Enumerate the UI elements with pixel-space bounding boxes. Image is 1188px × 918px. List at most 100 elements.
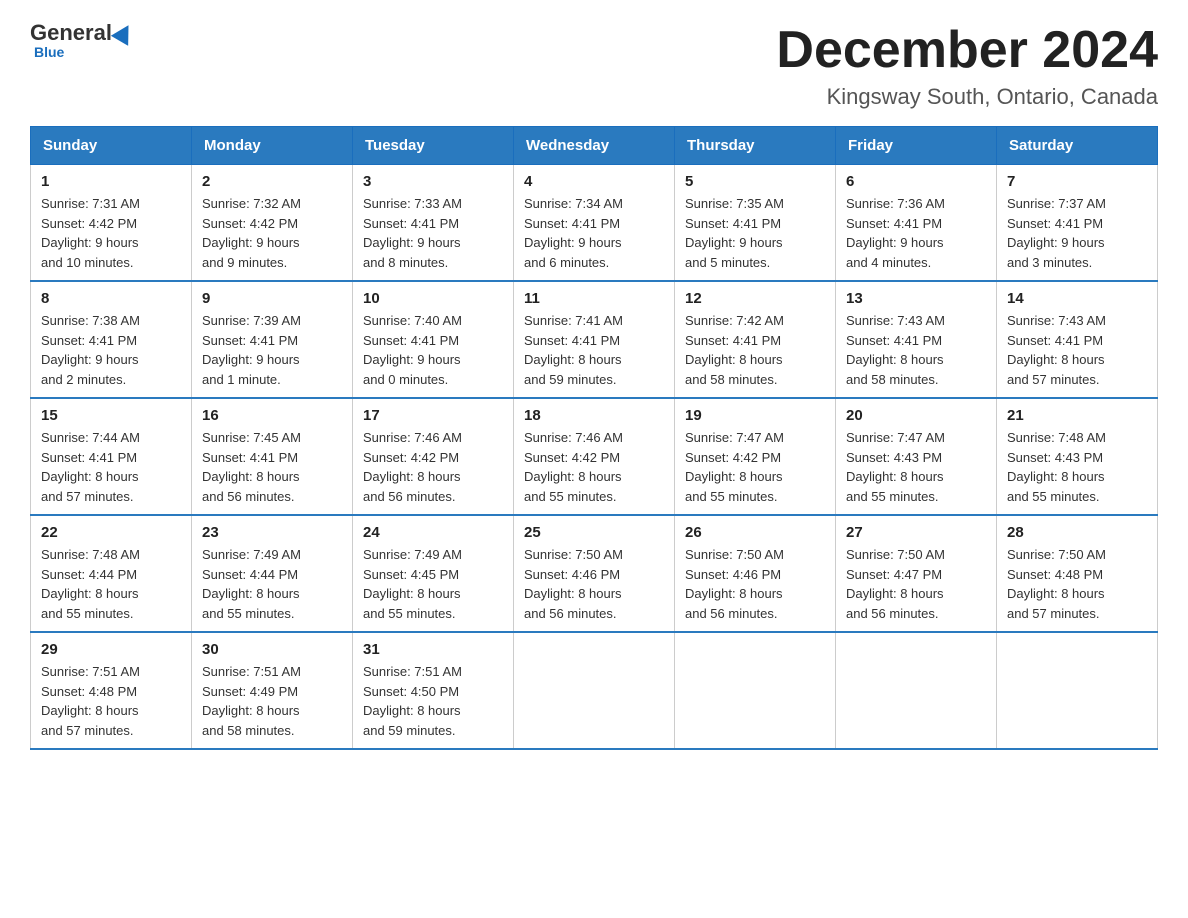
calendar-cell: 25Sunrise: 7:50 AMSunset: 4:46 PMDayligh… [514, 515, 675, 632]
day-number: 25 [524, 524, 664, 541]
calendar-week-row: 1 Sunrise: 7:31 AMSunset: 4:42 PMDaylight… [31, 165, 1158, 282]
day-number: 29 [41, 641, 181, 658]
calendar-week-row: 15Sunrise: 7:44 AMSunset: 4:41 PMDayligh… [31, 398, 1158, 515]
day-info: Sunrise: 7:43 AMSunset: 4:41 PMDaylight:… [1007, 311, 1147, 389]
day-info: Sunrise: 7:31 AMSunset: 4:42 PMDaylight:… [41, 194, 181, 272]
day-number: 22 [41, 524, 181, 541]
calendar-cell: 22 Sunrise: 7:48 AMSunset: 4:44 PMDayligh… [31, 515, 192, 632]
day-info: Sunrise: 7:46 AMSunset: 4:42 PMDaylight:… [524, 428, 664, 506]
day-info: Sunrise: 7:38 AMSunset: 4:41 PMDaylight:… [41, 311, 181, 389]
day-info: Sunrise: 7:51 AMSunset: 4:49 PMDaylight:… [202, 662, 342, 740]
calendar-cell: 9 Sunrise: 7:39 AMSunset: 4:41 PMDaylight… [192, 281, 353, 398]
day-number: 20 [846, 407, 986, 424]
calendar-cell: 11 Sunrise: 7:41 AMSunset: 4:41 PMDayligh… [514, 281, 675, 398]
weekday-header-friday: Friday [836, 127, 997, 165]
weekday-header-thursday: Thursday [675, 127, 836, 165]
day-info: Sunrise: 7:51 AMSunset: 4:50 PMDaylight:… [363, 662, 503, 740]
logo-blue: Blue [34, 44, 64, 60]
calendar-cell: 3 Sunrise: 7:33 AMSunset: 4:41 PMDaylight… [353, 165, 514, 282]
day-number: 1 [41, 173, 181, 190]
weekday-header-saturday: Saturday [997, 127, 1158, 165]
day-number: 9 [202, 290, 342, 307]
day-number: 23 [202, 524, 342, 541]
calendar-cell: 27 Sunrise: 7:50 AMSunset: 4:47 PMDayligh… [836, 515, 997, 632]
calendar-cell: 31 Sunrise: 7:51 AMSunset: 4:50 PMDayligh… [353, 632, 514, 749]
calendar-cell: 6 Sunrise: 7:36 AMSunset: 4:41 PMDaylight… [836, 165, 997, 282]
day-number: 12 [685, 290, 825, 307]
weekday-header-wednesday: Wednesday [514, 127, 675, 165]
day-info: Sunrise: 7:48 AMSunset: 4:43 PMDaylight:… [1007, 428, 1147, 506]
calendar-cell: 18 Sunrise: 7:46 AMSunset: 4:42 PMDayligh… [514, 398, 675, 515]
day-number: 7 [1007, 173, 1147, 190]
calendar-cell [997, 632, 1158, 749]
calendar-cell: 4 Sunrise: 7:34 AMSunset: 4:41 PMDaylight… [514, 165, 675, 282]
day-info: Sunrise: 7:41 AMSunset: 4:41 PMDaylight:… [524, 311, 664, 389]
day-info: Sunrise: 7:37 AMSunset: 4:41 PMDaylight:… [1007, 194, 1147, 272]
day-number: 16 [202, 407, 342, 424]
calendar-cell: 19 Sunrise: 7:47 AMSunset: 4:42 PMDayligh… [675, 398, 836, 515]
day-number: 5 [685, 173, 825, 190]
weekday-header-monday: Monday [192, 127, 353, 165]
day-number: 17 [363, 407, 503, 424]
day-info: Sunrise: 7:35 AMSunset: 4:41 PMDaylight:… [685, 194, 825, 272]
calendar-cell: 7 Sunrise: 7:37 AMSunset: 4:41 PMDaylight… [997, 165, 1158, 282]
day-number: 10 [363, 290, 503, 307]
day-info: Sunrise: 7:47 AMSunset: 4:42 PMDaylight:… [685, 428, 825, 506]
day-info: Sunrise: 7:42 AMSunset: 4:41 PMDaylight:… [685, 311, 825, 389]
calendar-cell [675, 632, 836, 749]
calendar-week-row: 8 Sunrise: 7:38 AMSunset: 4:41 PMDaylight… [31, 281, 1158, 398]
calendar-cell: 17 Sunrise: 7:46 AMSunset: 4:42 PMDayligh… [353, 398, 514, 515]
calendar-cell: 5 Sunrise: 7:35 AMSunset: 4:41 PMDaylight… [675, 165, 836, 282]
calendar-week-row: 22 Sunrise: 7:48 AMSunset: 4:44 PMDayligh… [31, 515, 1158, 632]
calendar-cell: 26 Sunrise: 7:50 AMSunset: 4:46 PMDayligh… [675, 515, 836, 632]
day-number: 21 [1007, 407, 1147, 424]
day-number: 14 [1007, 290, 1147, 307]
calendar-cell: 16 Sunrise: 7:45 AMSunset: 4:41 PMDayligh… [192, 398, 353, 515]
day-number: 27 [846, 524, 986, 541]
day-number: 8 [41, 290, 181, 307]
day-number: 28 [1007, 524, 1147, 541]
calendar-cell: 20 Sunrise: 7:47 AMSunset: 4:43 PMDayligh… [836, 398, 997, 515]
day-info: Sunrise: 7:39 AMSunset: 4:41 PMDaylight:… [202, 311, 342, 389]
calendar-cell: 30Sunrise: 7:51 AMSunset: 4:49 PMDayligh… [192, 632, 353, 749]
day-number: 11 [524, 290, 664, 307]
day-number: 24 [363, 524, 503, 541]
day-info: Sunrise: 7:51 AMSunset: 4:48 PMDaylight:… [41, 662, 181, 740]
day-info: Sunrise: 7:47 AMSunset: 4:43 PMDaylight:… [846, 428, 986, 506]
weekday-header-sunday: Sunday [31, 127, 192, 165]
day-info: Sunrise: 7:50 AMSunset: 4:46 PMDaylight:… [685, 545, 825, 623]
calendar-table: SundayMondayTuesdayWednesdayThursdayFrid… [30, 126, 1158, 750]
day-info: Sunrise: 7:36 AMSunset: 4:41 PMDaylight:… [846, 194, 986, 272]
day-number: 19 [685, 407, 825, 424]
day-info: Sunrise: 7:45 AMSunset: 4:41 PMDaylight:… [202, 428, 342, 506]
calendar-cell: 21 Sunrise: 7:48 AMSunset: 4:43 PMDayligh… [997, 398, 1158, 515]
calendar-cell: 23Sunrise: 7:49 AMSunset: 4:44 PMDayligh… [192, 515, 353, 632]
calendar-cell: 1 Sunrise: 7:31 AMSunset: 4:42 PMDaylight… [31, 165, 192, 282]
calendar-cell: 2 Sunrise: 7:32 AMSunset: 4:42 PMDaylight… [192, 165, 353, 282]
calendar-cell: 14 Sunrise: 7:43 AMSunset: 4:41 PMDayligh… [997, 281, 1158, 398]
day-info: Sunrise: 7:34 AMSunset: 4:41 PMDaylight:… [524, 194, 664, 272]
calendar-cell: 10Sunrise: 7:40 AMSunset: 4:41 PMDayligh… [353, 281, 514, 398]
day-info: Sunrise: 7:46 AMSunset: 4:42 PMDaylight:… [363, 428, 503, 506]
day-number: 2 [202, 173, 342, 190]
day-number: 26 [685, 524, 825, 541]
day-info: Sunrise: 7:48 AMSunset: 4:44 PMDaylight:… [41, 545, 181, 623]
calendar-week-row: 29 Sunrise: 7:51 AMSunset: 4:48 PMDayligh… [31, 632, 1158, 749]
calendar-cell: 13Sunrise: 7:43 AMSunset: 4:41 PMDayligh… [836, 281, 997, 398]
calendar-cell [514, 632, 675, 749]
logo-triangle-icon [111, 20, 137, 46]
day-info: Sunrise: 7:43 AMSunset: 4:41 PMDaylight:… [846, 311, 986, 389]
calendar-cell: 12 Sunrise: 7:42 AMSunset: 4:41 PMDayligh… [675, 281, 836, 398]
day-number: 31 [363, 641, 503, 658]
day-number: 3 [363, 173, 503, 190]
day-number: 4 [524, 173, 664, 190]
day-info: Sunrise: 7:50 AMSunset: 4:47 PMDaylight:… [846, 545, 986, 623]
day-number: 6 [846, 173, 986, 190]
logo-general: General [30, 20, 112, 46]
day-number: 18 [524, 407, 664, 424]
day-info: Sunrise: 7:33 AMSunset: 4:41 PMDaylight:… [363, 194, 503, 272]
calendar-cell: 24 Sunrise: 7:49 AMSunset: 4:45 PMDayligh… [353, 515, 514, 632]
day-info: Sunrise: 7:32 AMSunset: 4:42 PMDaylight:… [202, 194, 342, 272]
day-info: Sunrise: 7:49 AMSunset: 4:45 PMDaylight:… [363, 545, 503, 623]
calendar-cell: 29 Sunrise: 7:51 AMSunset: 4:48 PMDayligh… [31, 632, 192, 749]
